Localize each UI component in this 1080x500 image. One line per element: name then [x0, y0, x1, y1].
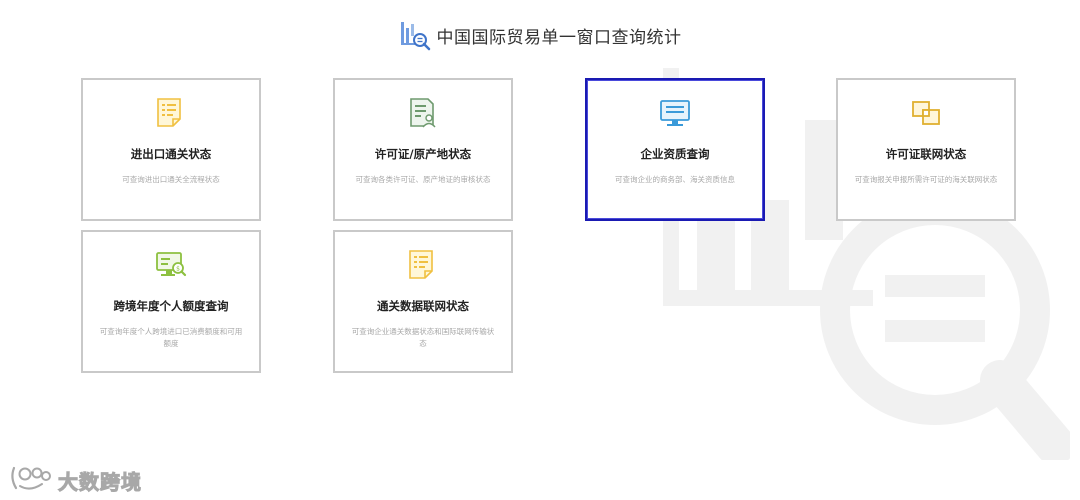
- page-header: 中国国际贸易单一窗口查询统计: [0, 18, 1080, 52]
- card-license-origin-status[interactable]: 许可证/原产地状态 可查询各类许可证、原产地证的审核状态: [333, 78, 513, 221]
- bar-chart-search-icon: [399, 19, 431, 51]
- page: 中国国际贸易单一窗口查询统计 进出口通关状态 可查询进出口通关全流程状态 许可证…: [0, 0, 1080, 500]
- card-description: 可查询企业的商务部、海关资质信息: [615, 175, 735, 184]
- svg-text:$: $: [176, 266, 180, 273]
- footer-logo: 大数跨境: [8, 464, 142, 496]
- linked-squares-icon: [909, 96, 943, 130]
- card-enterprise-qualification[interactable]: 企业资质查询 可查询企业的商务部、海关资质信息: [585, 78, 765, 221]
- monitor-icon: [658, 96, 692, 130]
- footer-brand-text: 大数跨境: [58, 469, 142, 494]
- card-description: 可查询年度个人跨境进口已消费额度和可用额度: [99, 327, 243, 348]
- document-list-icon: [406, 248, 440, 282]
- monitor-search-icon: $: [154, 248, 188, 282]
- card-description: 可查询各类许可证、原产地证的审核状态: [355, 175, 491, 184]
- card-title: 许可证/原产地状态: [374, 147, 472, 161]
- card-description: 可查询进出口通关全流程状态: [122, 175, 220, 184]
- card-title: 进出口通关状态: [130, 147, 212, 161]
- card-title: 许可证联网状态: [885, 147, 967, 161]
- page-title: 中国国际贸易单一窗口查询统计: [436, 27, 682, 48]
- card-cross-border-personal-quota[interactable]: $ 跨境年度个人额度查询 可查询年度个人跨境进口已消费额度和可用额度: [81, 230, 261, 373]
- card-description: 可查询报关申报所需许可证的海关联网状态: [854, 175, 998, 184]
- card-license-network-status[interactable]: 许可证联网状态 可查询报关申报所需许可证的海关联网状态: [836, 78, 1016, 221]
- card-title: 企业资质查询: [640, 147, 710, 161]
- card-title: 跨境年度个人额度查询: [113, 299, 229, 313]
- brand-logo-icon: [8, 464, 52, 496]
- card-customs-data-network-status[interactable]: 通关数据联网状态 可查询企业通关数据状态和国际联网传输状态: [333, 230, 513, 373]
- card-customs-clearance-status[interactable]: 进出口通关状态 可查询进出口通关全流程状态: [81, 78, 261, 221]
- card-description: 可查询企业通关数据状态和国际联网传输状态: [351, 327, 495, 348]
- card-title: 通关数据联网状态: [377, 299, 469, 313]
- document-list-icon: [154, 96, 188, 130]
- certificate-user-icon: [406, 96, 440, 130]
